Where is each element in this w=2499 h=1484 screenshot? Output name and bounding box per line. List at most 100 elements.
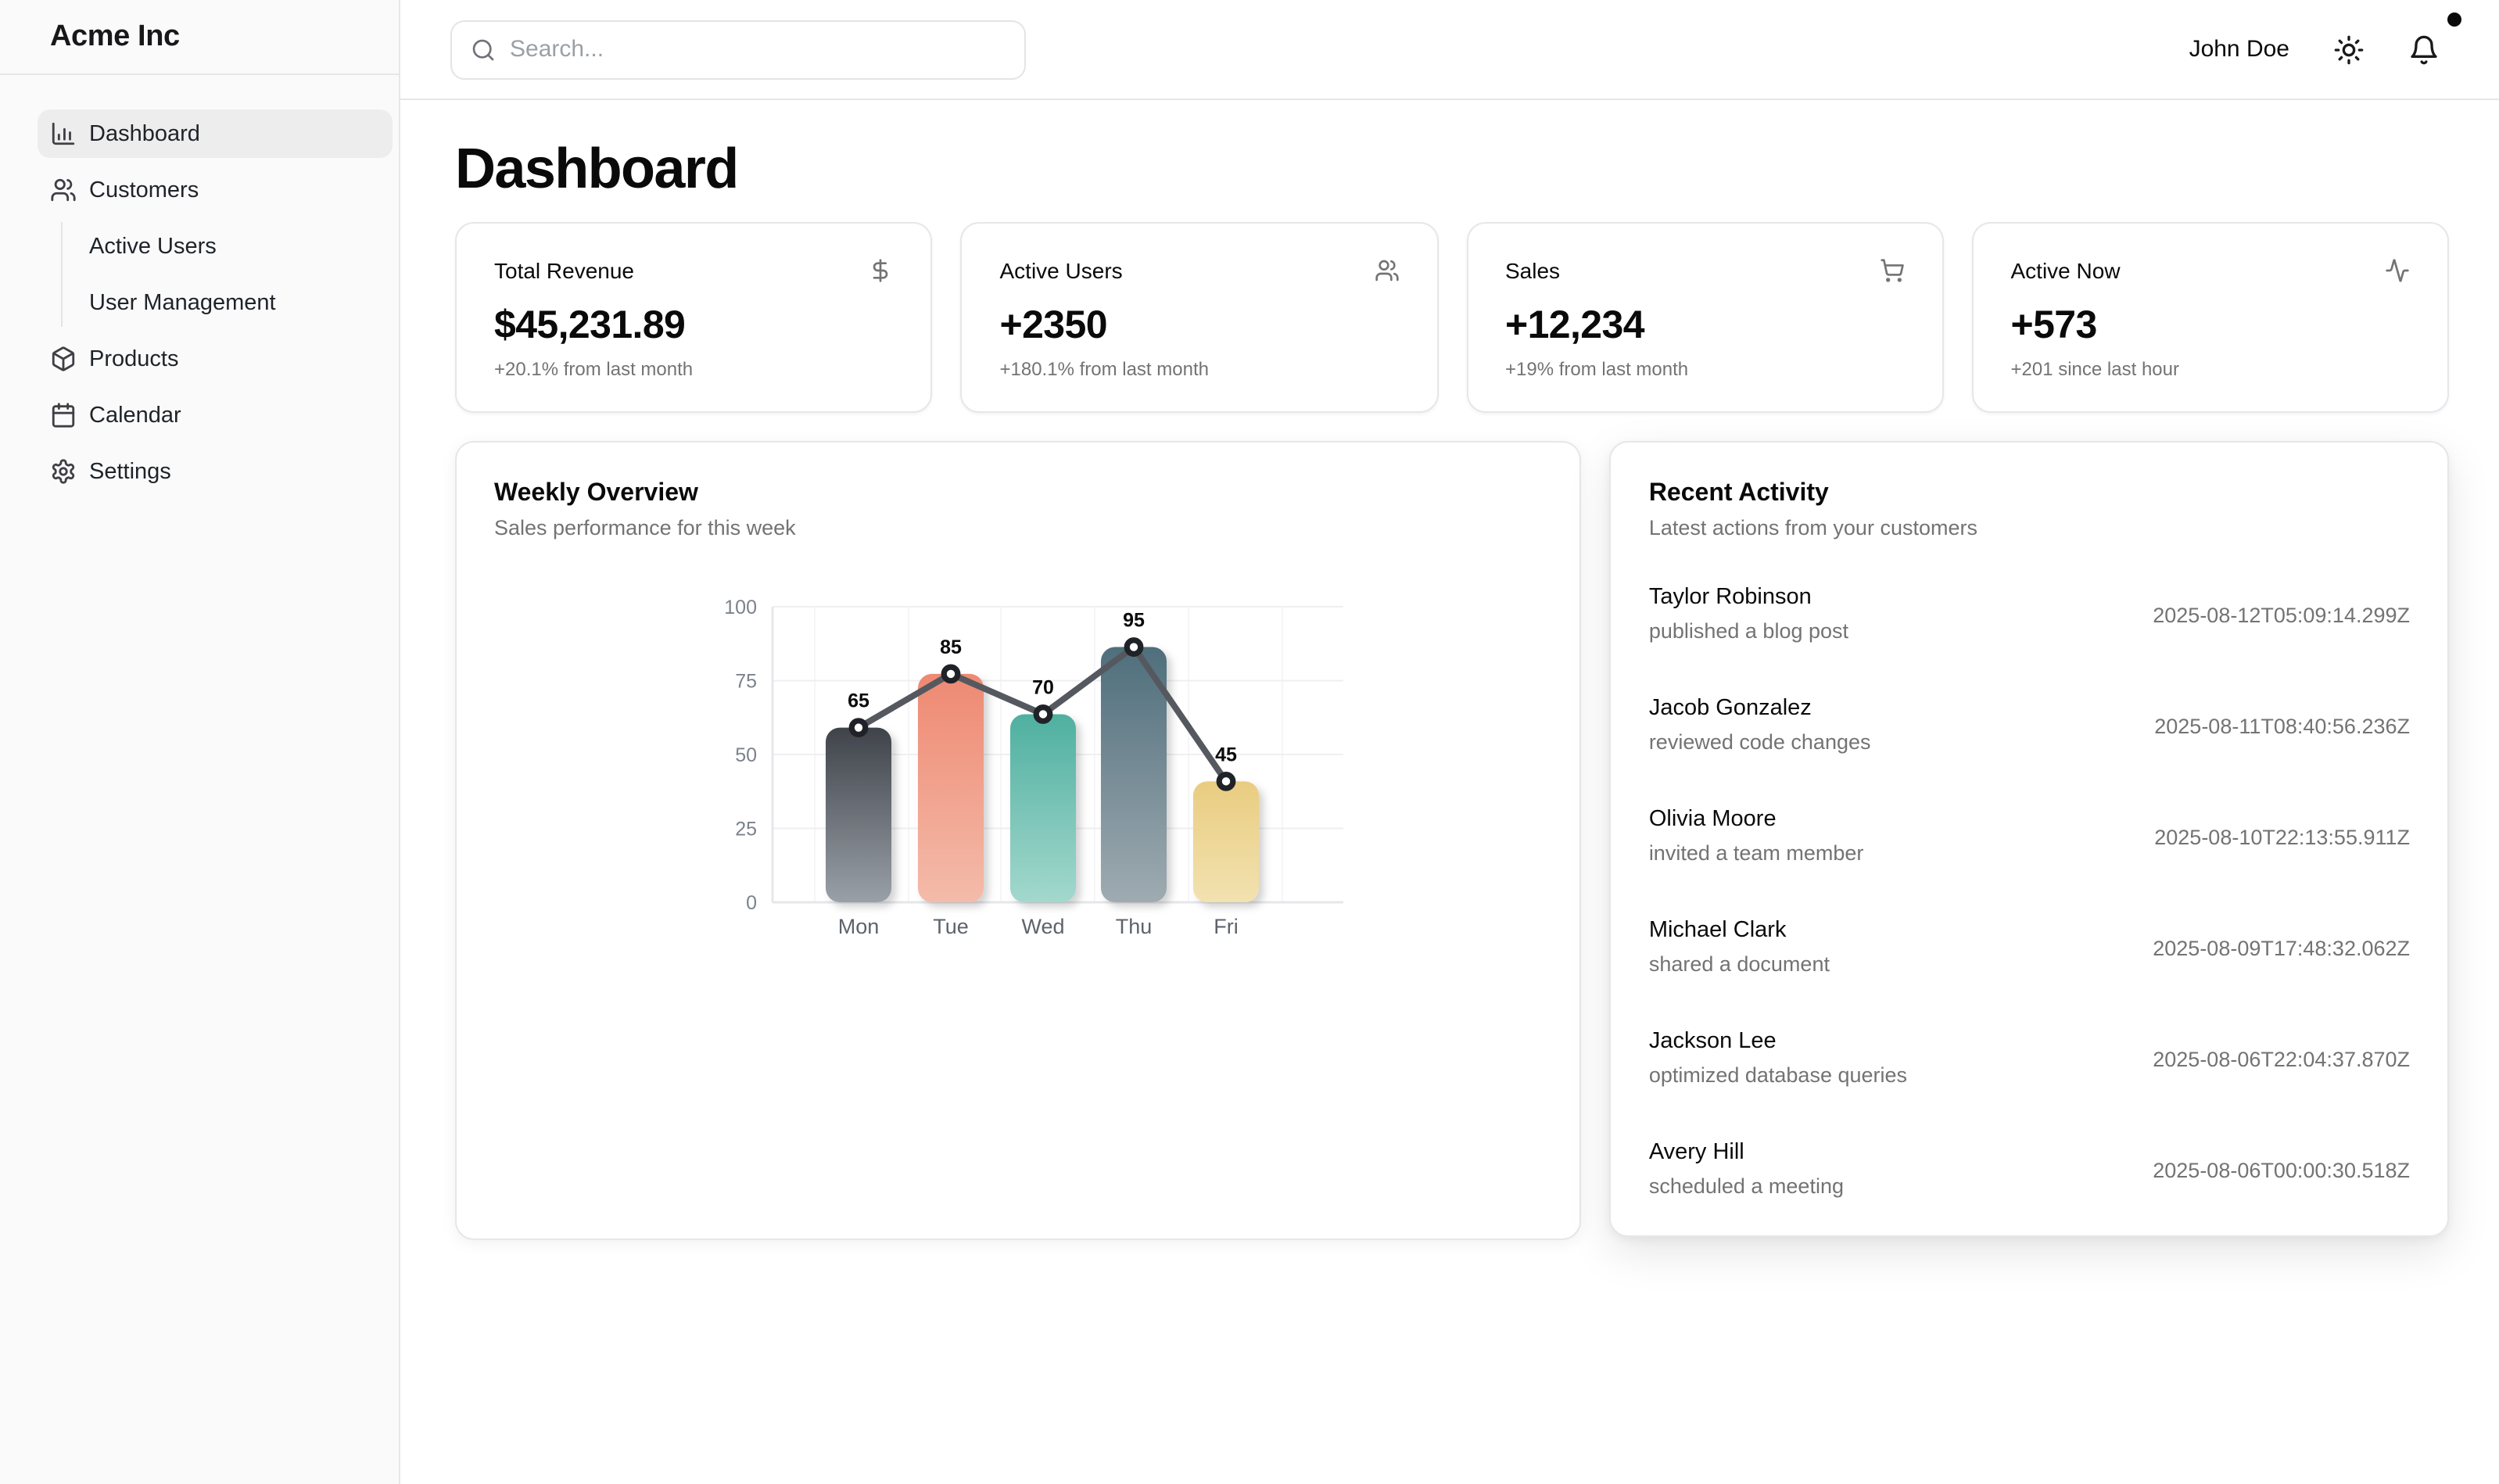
sales-chart-svg: 65 85 70 95 45 0 25 50 75 100 Mon Tue Wed Thu Fri bbox=[724, 597, 1343, 938]
activity-user: Taylor Robinson published a blog post bbox=[1649, 585, 1848, 644]
activity-user: Jackson Lee optimized database queries bbox=[1649, 1029, 1907, 1088]
weekly-overview-subtitle: Sales performance for this week bbox=[494, 516, 796, 539]
sidebar-item-label: Customers bbox=[89, 177, 199, 203]
sidebar-header: Acme Inc bbox=[0, 0, 399, 75]
activity-timestamp: 2025-08-06T22:04:37.870Z bbox=[2153, 1047, 2410, 1070]
activity-timestamp: 2025-08-11T08:40:56.236Z bbox=[2154, 714, 2410, 737]
activity-list: Taylor Robinson published a blog post 2025… bbox=[1649, 580, 2410, 1204]
main-area: John Doe Dashboard bbox=[400, 0, 2499, 1484]
sidebar-item-customers[interactable]: Customers bbox=[38, 166, 393, 214]
bar-Tue[interactable] bbox=[918, 673, 984, 902]
app-root: Acme Inc Dashboard Customers Active User… bbox=[0, 0, 2499, 1484]
notifications-button[interactable] bbox=[2408, 12, 2461, 65]
activity-timestamp: 2025-08-06T00:00:30.518Z bbox=[2153, 1158, 2410, 1181]
package-icon bbox=[50, 346, 77, 372]
gear-icon bbox=[50, 458, 77, 485]
activity-icon bbox=[2385, 258, 2410, 283]
stat-change: +180.1% from last month bbox=[999, 358, 1209, 380]
activity-user-name: Jackson Lee bbox=[1648, 1029, 1777, 1054]
stat-title: Total Revenue bbox=[494, 258, 635, 283]
sun-icon bbox=[2333, 34, 2365, 65]
bar-Wed[interactable] bbox=[1010, 714, 1076, 902]
stat-card-active-now: Active Now +573 +201 since last hour bbox=[1971, 222, 2449, 413]
activity-action: shared a document bbox=[1648, 952, 1830, 976]
activity-user-name: Michael Clark bbox=[1648, 918, 1787, 943]
data-label-Wed: 70 bbox=[1032, 676, 1054, 698]
calendar-icon bbox=[50, 402, 77, 428]
activity-row: Olivia Moore invited a team member 2025-08… bbox=[1649, 802, 2410, 871]
stat-card-active-users: Active Users +2350 +180.1% from last mon… bbox=[960, 222, 1438, 413]
y-tick-label: 100 bbox=[726, 597, 757, 618]
activity-action: scheduled a meeting bbox=[1648, 1174, 1844, 1198]
topbar: John Doe bbox=[400, 0, 2499, 100]
activity-action: published a blog post bbox=[1648, 619, 1849, 643]
bar-Mon[interactable] bbox=[826, 727, 891, 902]
data-label-Tue: 85 bbox=[940, 636, 962, 658]
stat-card-header: Active Now bbox=[2011, 258, 2411, 283]
search-box bbox=[450, 20, 1026, 79]
sidebar-item-products[interactable]: Products bbox=[38, 335, 393, 383]
data-label-Mon: 65 bbox=[848, 690, 869, 712]
stat-value: +2350 bbox=[999, 303, 1108, 347]
data-label-Thu: 95 bbox=[1123, 610, 1145, 632]
dollar-sign-icon bbox=[869, 258, 894, 283]
stat-change: +20.1% from last month bbox=[494, 358, 694, 380]
search-input[interactable] bbox=[510, 36, 1006, 63]
activity-user-name: Jacob Gonzalez bbox=[1648, 696, 1812, 721]
activity-row: Avery Hill scheduled a meeting 2025-08-06T… bbox=[1649, 1135, 2410, 1204]
sidebar-nav: Dashboard Customers Active Users User Ma… bbox=[0, 75, 399, 504]
x-tick-label-Thu: Thu bbox=[1116, 915, 1153, 938]
sidebar-item-label: Products bbox=[89, 346, 179, 371]
user-name[interactable]: John Doe bbox=[2189, 36, 2289, 63]
topbar-right: John Doe bbox=[2189, 12, 2461, 65]
marker-Tue bbox=[941, 664, 961, 684]
theme-toggle-button[interactable] bbox=[2333, 34, 2365, 65]
stat-card-total-revenue: Total Revenue $45,231.89 +20.1% from las… bbox=[455, 222, 933, 413]
marker-Fri bbox=[1216, 771, 1236, 791]
stat-title: Active Now bbox=[2010, 258, 2121, 283]
stat-card-header: Sales bbox=[1505, 258, 1905, 283]
activity-timestamp: 2025-08-10T22:13:55.911Z bbox=[2154, 825, 2410, 848]
page-content: Dashboard Total Revenue $45,231.89 +20.1… bbox=[400, 100, 2499, 1484]
sidebar-item-calendar[interactable]: Calendar bbox=[38, 391, 393, 439]
sidebar-item-label: Calendar bbox=[89, 403, 181, 428]
sidebar-customers-subnav: Active Users User Management bbox=[61, 222, 393, 327]
activity-user-name: Avery Hill bbox=[1648, 1140, 1744, 1165]
panels-grid: Weekly Overview Sales performance for th… bbox=[455, 441, 2449, 1240]
activity-action: reviewed code changes bbox=[1648, 730, 1871, 754]
activity-user-name: Taylor Robinson bbox=[1648, 585, 1812, 610]
y-tick-label: 25 bbox=[735, 819, 757, 841]
sidebar-item-user-management[interactable]: User Management bbox=[63, 278, 393, 327]
users-icon bbox=[50, 177, 77, 203]
marker-Thu bbox=[1124, 637, 1144, 657]
stat-change: +201 since last hour bbox=[2010, 358, 2180, 380]
recent-activity-title: Recent Activity bbox=[1648, 480, 1829, 507]
sidebar-item-active-users[interactable]: Active Users bbox=[63, 222, 393, 271]
activity-user: Michael Clark shared a document bbox=[1649, 918, 1830, 977]
notification-dot bbox=[2447, 12, 2461, 26]
recent-activity-subtitle: Latest actions from your customers bbox=[1648, 516, 1977, 539]
recent-activity-card: Recent Activity Latest actions from your… bbox=[1609, 441, 2449, 1237]
search-icon bbox=[471, 37, 496, 62]
activity-row: Jacob Gonzalez reviewed code changes 2025-… bbox=[1649, 691, 2410, 760]
sidebar-item-label: Active Users bbox=[89, 234, 217, 259]
x-tick-label-Fri: Fri bbox=[1214, 915, 1238, 938]
activity-user: Avery Hill scheduled a meeting bbox=[1649, 1140, 1844, 1199]
sidebar-item-label: Settings bbox=[89, 459, 171, 484]
sidebar: Acme Inc Dashboard Customers Active User… bbox=[0, 0, 400, 1484]
sidebar-item-settings[interactable]: Settings bbox=[38, 447, 393, 496]
stat-card-header: Active Users bbox=[1000, 258, 1400, 283]
activity-action: optimized database queries bbox=[1648, 1063, 1908, 1087]
stat-title: Active Users bbox=[999, 258, 1123, 283]
stat-value: +573 bbox=[2010, 303, 2098, 347]
bar-Fri[interactable] bbox=[1193, 781, 1259, 902]
marker-Wed bbox=[1033, 704, 1053, 724]
sidebar-item-dashboard[interactable]: Dashboard bbox=[38, 109, 393, 158]
activity-user: Jacob Gonzalez reviewed code changes bbox=[1649, 696, 1871, 755]
weekly-overview-title: Weekly Overview bbox=[494, 480, 698, 507]
stats-grid: Total Revenue $45,231.89 +20.1% from las… bbox=[455, 222, 2449, 413]
activity-action: invited a team member bbox=[1648, 841, 1864, 865]
x-tick-label-Wed: Wed bbox=[1021, 915, 1064, 938]
stat-value: +12,234 bbox=[1505, 303, 1645, 347]
bell-icon bbox=[2408, 34, 2440, 65]
